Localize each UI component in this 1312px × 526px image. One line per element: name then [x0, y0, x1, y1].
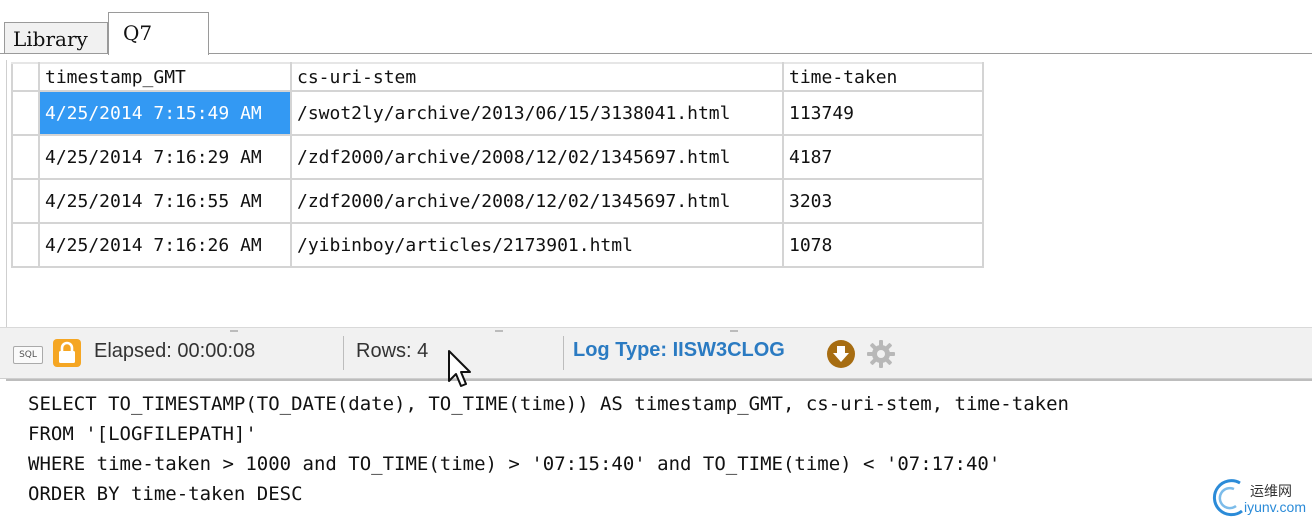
splitter-grip[interactable] [730, 330, 738, 332]
gear-icon[interactable] [865, 338, 897, 370]
table-row[interactable]: 4/25/2014 7:16:29 AM /zdf2000/archive/20… [11, 134, 984, 180]
watermark: 运维网 iyunv.com [1208, 475, 1308, 521]
status-divider [563, 336, 564, 370]
status-divider [343, 336, 344, 370]
table-row[interactable]: 4/25/2014 7:16:26 AM /yibinboy/articles/… [11, 222, 984, 268]
splitter-grip[interactable] [495, 330, 503, 332]
row-count: Rows: 4 [356, 340, 429, 362]
table-row[interactable]: 4/25/2014 7:16:55 AM /zdf2000/archive/20… [11, 178, 984, 224]
tab-bar: Library Q7 [0, 0, 1312, 55]
status-bar: SQL Elapsed: 00:00:08 Rows: 4 Log Type: … [0, 327, 1312, 379]
row-header[interactable] [11, 134, 40, 180]
sql-icon[interactable]: SQL [13, 346, 43, 364]
cell-timestamp[interactable]: 4/25/2014 7:16:26 AM [38, 222, 292, 268]
splitter-grip[interactable] [230, 330, 238, 332]
cell-uri-stem[interactable]: /swot2ly/archive/2013/06/15/3138041.html [290, 90, 784, 136]
cell-time-taken[interactable]: 3203 [782, 178, 984, 224]
cell-timestamp[interactable]: 4/25/2014 7:15:49 AM [38, 90, 292, 136]
cell-timestamp[interactable]: 4/25/2014 7:16:55 AM [38, 178, 292, 224]
arrow-down-icon[interactable] [826, 339, 856, 369]
row-header[interactable] [11, 222, 40, 268]
query-line[interactable]: ORDER BY time-taken DESC [28, 483, 303, 505]
row-header[interactable] [11, 178, 40, 224]
column-header-time-taken[interactable]: time-taken [782, 62, 984, 92]
row-header[interactable] [11, 90, 40, 136]
results-grid: timestamp_GMT cs-uri-stem time-taken 4/2… [6, 60, 1312, 328]
cell-time-taken[interactable]: 113749 [782, 90, 984, 136]
tab-library[interactable]: Library [4, 22, 108, 53]
table-row[interactable]: 4/25/2014 7:15:49 AM /swot2ly/archive/20… [11, 90, 984, 136]
lock-icon[interactable] [53, 339, 81, 367]
watermark-cn-text: 运维网 [1250, 484, 1292, 500]
mouse-cursor-icon [447, 349, 473, 391]
watermark-en-text: iyunv.com [1244, 499, 1306, 515]
cell-uri-stem[interactable]: /zdf2000/archive/2008/12/02/1345697.html [290, 178, 784, 224]
query-line[interactable]: FROM '[LOGFILEPATH]' [28, 423, 257, 445]
header-row: timestamp_GMT cs-uri-stem time-taken [11, 62, 984, 92]
watermark-logo-icon [1212, 479, 1243, 517]
row-header-corner[interactable] [11, 62, 40, 92]
elapsed-time: Elapsed: 00:00:08 [94, 340, 256, 362]
cell-time-taken[interactable]: 1078 [782, 222, 984, 268]
cell-time-taken[interactable]: 4187 [782, 134, 984, 180]
tab-q7[interactable]: Q7 [108, 12, 209, 55]
column-header-timestamp[interactable]: timestamp_GMT [38, 62, 292, 92]
query-editor[interactable]: SELECT TO_TIMESTAMP(TO_DATE(date), TO_TI… [6, 379, 1312, 526]
query-line[interactable]: WHERE time-taken > 1000 and TO_TIME(time… [28, 453, 1000, 475]
cell-uri-stem[interactable]: /zdf2000/archive/2008/12/02/1345697.html [290, 134, 784, 180]
log-type-label[interactable]: Log Type: IISW3CLOG [573, 339, 785, 362]
query-line[interactable]: SELECT TO_TIMESTAMP(TO_DATE(date), TO_TI… [28, 393, 1069, 415]
column-header-uri-stem[interactable]: cs-uri-stem [290, 62, 784, 92]
cell-uri-stem[interactable]: /yibinboy/articles/2173901.html [290, 222, 784, 268]
results-table: timestamp_GMT cs-uri-stem time-taken 4/2… [11, 62, 984, 268]
cell-timestamp[interactable]: 4/25/2014 7:16:29 AM [38, 134, 292, 180]
